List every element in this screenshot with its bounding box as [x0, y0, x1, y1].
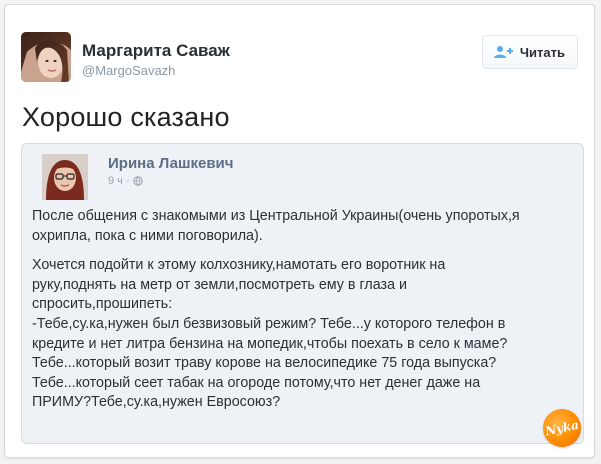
tweet-text: Хорошо сказано: [22, 102, 230, 132]
embedded-post-author[interactable]: Ирина Лашкевич: [108, 155, 233, 172]
embedded-post-avatar[interactable]: [42, 154, 88, 200]
embedded-post-paragraph-1: После общения с знакомыми из Центральной…: [32, 208, 520, 244]
author-name[interactable]: Маргарита Саваж: [82, 41, 230, 61]
follow-button[interactable]: Читать: [481, 35, 578, 69]
author-block: Маргарита Саваж @MargoSavazh: [82, 41, 230, 79]
avatar-image: [21, 32, 71, 82]
add-user-icon: [493, 45, 513, 59]
author-avatar[interactable]: [21, 32, 71, 82]
embedded-avatar-image: [42, 154, 88, 200]
author-handle[interactable]: @MargoSavazh: [82, 63, 230, 79]
follow-button-label: Читать: [519, 44, 565, 60]
embedded-post-time[interactable]: 9 ч ·: [108, 175, 130, 187]
globe-icon: [132, 176, 143, 186]
watermark-text: Nyka: [543, 417, 581, 439]
embedded-post-paragraph-2: Хочется подойти к этому колхознику,намот…: [32, 257, 508, 411]
embedded-post-body: После общения с знакомыми из Центральной…: [32, 207, 577, 413]
embedded-post[interactable]: Ирина Лашкевич 9 ч · После общения с зна…: [21, 143, 584, 444]
tweet-card: Маргарита Саваж @MargoSavazh Читать Хоро…: [4, 4, 595, 458]
embedded-post-meta: 9 ч ·: [108, 175, 143, 187]
